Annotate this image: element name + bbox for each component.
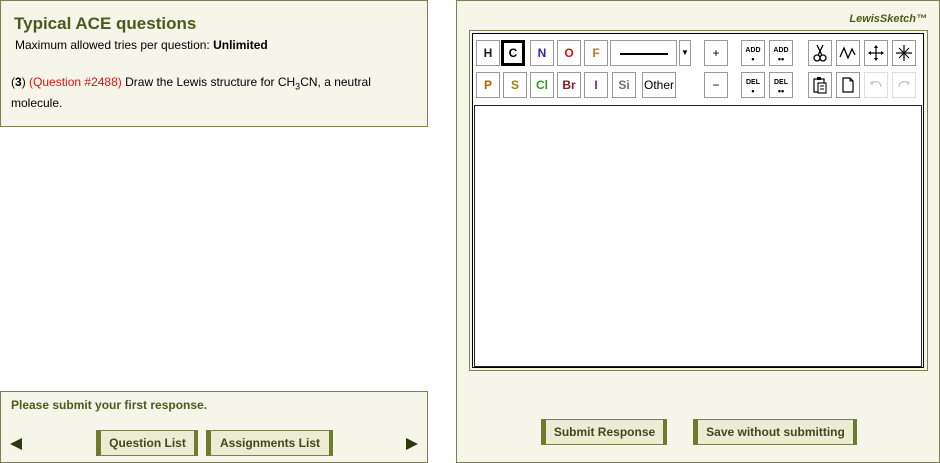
element-button-cl[interactable]: Cl	[530, 72, 554, 98]
clipboard-icon[interactable]	[808, 72, 832, 98]
del-label: DEL	[746, 78, 760, 86]
max-tries-label: Maximum allowed tries per question:	[15, 38, 210, 52]
add-label: ADD	[745, 46, 761, 54]
element-button-s[interactable]: S	[503, 72, 527, 98]
delete-single-electron-button[interactable]: DEL •	[741, 72, 765, 98]
drawing-canvas[interactable]	[474, 105, 922, 367]
element-button-p[interactable]: P	[476, 72, 500, 98]
add-single-electron-button[interactable]: ADD •	[741, 40, 765, 66]
add-label: ADD	[773, 46, 789, 54]
chevron-down-icon[interactable]: ▼	[679, 40, 691, 66]
single-dot-icon: •	[751, 85, 755, 96]
element-button-o[interactable]: O	[557, 40, 581, 66]
scissors-icon[interactable]	[808, 40, 832, 66]
element-button-c[interactable]: C	[501, 40, 525, 66]
double-dot-icon: ••	[777, 85, 785, 96]
element-button-n[interactable]: N	[530, 40, 554, 66]
single-bond-line	[620, 53, 668, 55]
other-element-button[interactable]: Other	[642, 72, 676, 98]
new-page-icon[interactable]	[836, 72, 860, 98]
element-button-f[interactable]: F	[584, 40, 608, 66]
submit-response-button[interactable]: Submit Response	[541, 419, 667, 445]
save-without-submitting-button[interactable]: Save without submitting	[693, 419, 857, 445]
page-title: Typical ACE questions	[14, 14, 197, 33]
assignments-list-button[interactable]: Assignments List	[206, 430, 333, 456]
bond-type-select[interactable]	[610, 40, 677, 66]
question-text: (3) (Question #2488) Draw the Lewis stru…	[11, 75, 371, 111]
delete-electron-pair-button[interactable]: DEL ••	[769, 72, 793, 98]
next-question-arrow-icon[interactable]	[406, 438, 418, 450]
max-tries-value: Unlimited	[213, 38, 268, 52]
question-ref: (Question #2488)	[29, 75, 122, 89]
add-electron-pair-button[interactable]: ADD ••	[769, 40, 793, 66]
element-button-i[interactable]: I	[584, 72, 608, 98]
wave-icon[interactable]	[836, 40, 860, 66]
crosshair-icon[interactable]	[892, 40, 916, 66]
editor-brand: LewisSketch™	[849, 13, 927, 25]
del-label: DEL	[774, 78, 788, 86]
question-panel: Typical ACE questions Maximum allowed tr…	[0, 0, 428, 127]
increase-charge-button[interactable]: +	[704, 40, 728, 66]
move-icon[interactable]	[864, 40, 888, 66]
previous-question-arrow-icon[interactable]	[10, 438, 22, 450]
single-dot-icon: •	[751, 53, 755, 64]
status-message: Please submit your first response.	[11, 398, 208, 412]
question-prompt-before: Draw the Lewis structure for CH	[125, 75, 296, 89]
question-list-button[interactable]: Question List	[96, 430, 198, 456]
redo-icon[interactable]	[892, 72, 916, 98]
max-tries-text: Maximum allowed tries per question: Unli…	[15, 38, 268, 52]
double-dot-icon: ••	[777, 53, 785, 64]
element-button-br[interactable]: Br	[557, 72, 581, 98]
decrease-charge-button[interactable]: −	[704, 72, 728, 98]
element-button-si[interactable]: Si	[612, 72, 636, 98]
element-button-h[interactable]: H	[476, 40, 500, 66]
question-number: 3	[15, 75, 22, 89]
undo-icon[interactable]	[864, 72, 888, 98]
